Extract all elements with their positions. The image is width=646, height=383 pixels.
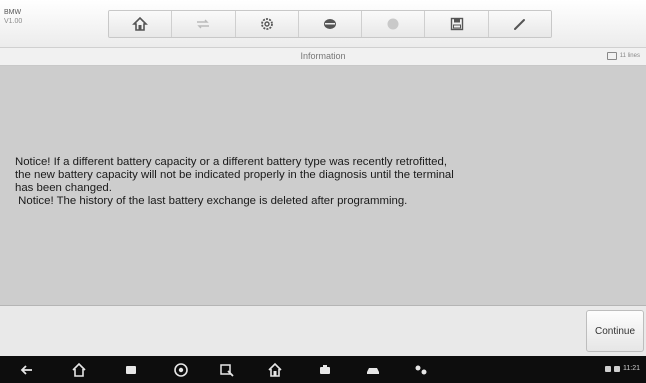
message-line: Notice! If a different battery capacity …	[15, 156, 448, 168]
help-button[interactable]	[362, 11, 426, 37]
badge-text: 11 lines	[619, 53, 640, 59]
autel-home-icon	[268, 362, 282, 377]
line-count-badge: 11 lines	[606, 52, 640, 60]
screenshot-icon	[220, 364, 234, 377]
autel-home-button[interactable]	[266, 361, 284, 379]
browser-button[interactable]	[172, 361, 190, 379]
wifi-icon	[605, 365, 611, 372]
settings-multi-button[interactable]	[412, 361, 430, 379]
page-title: Information	[300, 51, 346, 61]
brand-name: BMW	[4, 9, 22, 16]
message-line: has been changed.	[15, 182, 112, 194]
browser-icon	[174, 363, 188, 377]
home-icon	[72, 362, 86, 377]
save-button[interactable]	[425, 11, 489, 37]
save-icon	[450, 17, 463, 31]
screenshot-button[interactable]	[218, 361, 236, 379]
footer-bar: Continue	[0, 306, 646, 356]
clock-text: 11:21	[623, 365, 640, 372]
continue-button[interactable]: Continue	[586, 310, 644, 352]
home-icon	[132, 16, 149, 31]
notice-message: Notice! If a different battery capacity …	[15, 156, 645, 208]
toolbar-button-group	[108, 10, 552, 38]
car-icon	[367, 368, 379, 374]
message-line: Notice! The history of the last battery …	[15, 195, 408, 207]
vci-button[interactable]	[316, 361, 334, 379]
app-version: V1.00	[4, 18, 23, 25]
vci-icon	[320, 365, 330, 374]
page-title-bar: Information 11 lines	[0, 48, 646, 66]
settings-multi-icon	[415, 365, 427, 375]
print-icon	[323, 19, 336, 29]
message-line: the new battery capacity will not be ind…	[15, 169, 454, 181]
back-button[interactable]	[18, 361, 36, 379]
edit-button[interactable]	[488, 11, 551, 37]
car-button[interactable]	[364, 361, 382, 379]
help-icon	[387, 18, 399, 30]
vehicle-swap-button[interactable]	[172, 11, 236, 37]
system-nav-bar: 11:21	[0, 356, 646, 383]
recent-apps-icon	[126, 366, 136, 374]
settings-button[interactable]	[235, 11, 299, 37]
top-toolbar: BMW V1.00	[0, 0, 646, 48]
battery-icon	[614, 365, 620, 372]
settings-icon	[260, 18, 273, 30]
badge-box-icon	[606, 52, 617, 60]
vehicle-swap-icon	[197, 19, 210, 29]
home-button[interactable]	[109, 11, 173, 37]
status-area: 11:21	[605, 365, 640, 372]
app-brand: BMW V1.00	[4, 8, 64, 26]
edit-icon	[513, 19, 525, 30]
information-panel: Notice! If a different battery capacity …	[0, 66, 646, 306]
recent-apps-button[interactable]	[122, 361, 140, 379]
home-nav-button[interactable]	[70, 361, 88, 379]
back-icon	[20, 365, 32, 375]
print-button[interactable]	[298, 11, 363, 37]
